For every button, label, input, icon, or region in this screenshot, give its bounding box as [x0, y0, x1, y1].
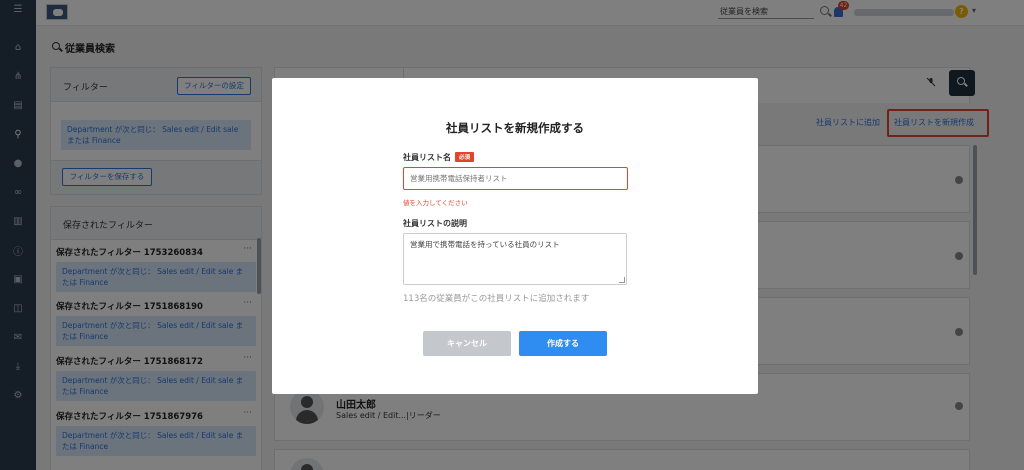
- dialog-title: 社員リストを新規作成する: [446, 121, 584, 135]
- create-employee-list-dialog: 社員リストを新規作成する 社員リスト名必須 値を入力してください 社員リストの説…: [272, 78, 758, 394]
- list-name-input[interactable]: [403, 167, 628, 190]
- list-name-label-text: 社員リスト名: [403, 153, 451, 162]
- cancel-button[interactable]: キャンセル: [423, 331, 511, 356]
- list-name-label: 社員リスト名 必須: [403, 152, 475, 163]
- list-description-label: 社員リストの説明: [403, 219, 467, 228]
- required-badge: 必須: [455, 152, 475, 162]
- list-description-textarea[interactable]: 営業用で携帯電話を持っている社員のリスト: [403, 233, 627, 285]
- list-name-error: 値を入力してください: [403, 199, 468, 207]
- added-count-note: 113名の従業員がこの社員リストに追加されます: [403, 294, 590, 304]
- resize-handle[interactable]: [619, 277, 625, 283]
- create-button[interactable]: 作成する: [519, 331, 607, 356]
